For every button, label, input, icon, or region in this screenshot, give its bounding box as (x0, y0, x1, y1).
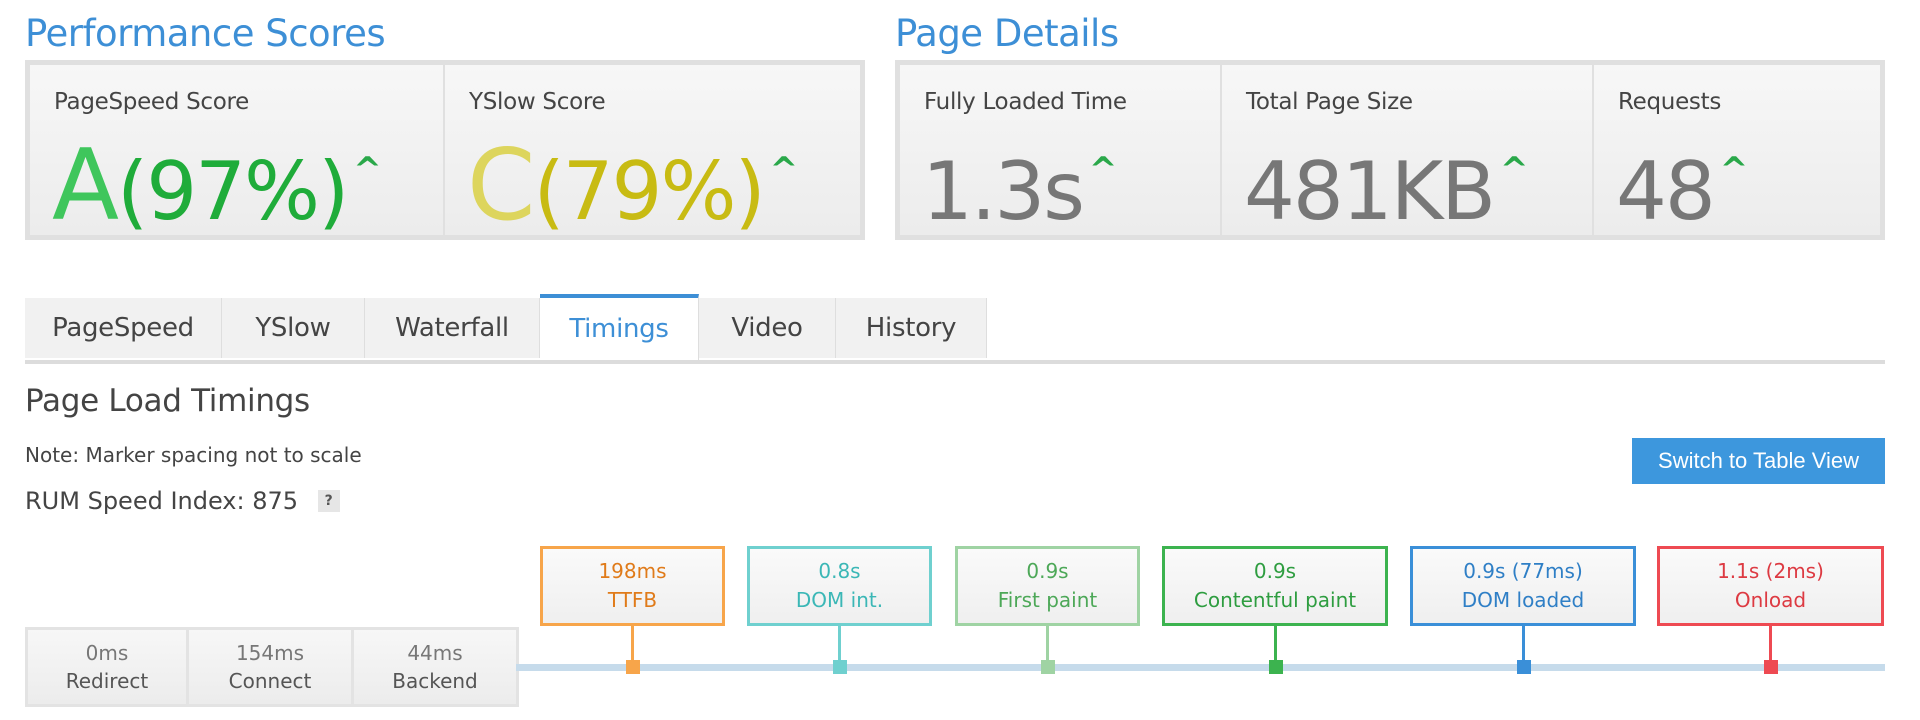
tab-yslow[interactable]: YSlow (222, 298, 365, 358)
help-icon[interactable]: ? (317, 490, 340, 512)
marker-name: Onload (1734, 588, 1807, 612)
marker-dot (1517, 660, 1531, 674)
up-arrow-icon: ^ (353, 150, 381, 190)
up-arrow-icon: ^ (769, 150, 798, 190)
fully-loaded-label: Fully Loaded Time (924, 89, 1127, 115)
pagespeed-score-label: PageSpeed Score (54, 89, 250, 115)
performance-scores-title: Performance Scores (25, 12, 386, 55)
phase-name: Connect (228, 669, 312, 693)
marker-dom-loaded: 0.9s (77ms) DOM loaded (1410, 546, 1636, 626)
marker-stem (1769, 626, 1772, 662)
tab-waterfall[interactable]: Waterfall (365, 298, 540, 358)
marker-value: 1.1s (2ms) (1717, 559, 1824, 583)
up-arrow-icon: ^ (1500, 150, 1528, 190)
phase-backend: 44ms Backend (354, 630, 516, 704)
fully-loaded-cell: Fully Loaded Time 1.3s ^ (900, 65, 1222, 238)
marker-name: Contentful paint (1193, 588, 1357, 612)
yslow-score-label: YSlow Score (469, 89, 606, 115)
tab-video[interactable]: Video (699, 298, 836, 358)
marker-name: First paint (997, 588, 1098, 612)
marker-value: 0.9s (1253, 559, 1297, 583)
pagespeed-score-value: A(97%) ^ (52, 125, 382, 238)
tab-pagespeed[interactable]: PageSpeed (25, 298, 222, 358)
marker-value: 198ms (598, 559, 667, 583)
phase-name: Redirect (65, 669, 149, 693)
marker-first-paint: 0.9s First paint (955, 546, 1140, 626)
phase-time: 44ms (407, 641, 463, 665)
up-arrow-icon: ^ (1719, 150, 1748, 190)
pagespeed-score-cell: PageSpeed Score A(97%) ^ (30, 65, 445, 238)
tab-timings[interactable]: Timings (540, 294, 699, 360)
requests-value: 48 ^ (1616, 125, 1748, 238)
marker-stem (838, 626, 841, 662)
page-details-panel: Fully Loaded Time 1.3s ^ Total Page Size … (895, 60, 1885, 240)
rum-speed-index: RUM Speed Index: 875 ? (25, 487, 340, 515)
marker-name: TTFB (607, 588, 658, 612)
requests-cell: Requests 48 ^ (1594, 65, 1880, 238)
switch-to-table-view-button[interactable]: Switch to Table View (1632, 438, 1885, 484)
rum-label: RUM Speed Index: (25, 487, 245, 515)
page-load-timings-title: Page Load Timings (25, 383, 310, 419)
page-size-cell: Total Page Size 481KB ^ (1222, 65, 1594, 238)
phase-redirect: 0ms Redirect (28, 630, 186, 704)
marker-stem (1046, 626, 1049, 662)
marker-dot (1269, 660, 1283, 674)
marker-value: 0.8s (818, 559, 861, 583)
page-size-label: Total Page Size (1246, 89, 1413, 115)
phase-time: 154ms (235, 641, 305, 665)
requests-label: Requests (1618, 89, 1722, 115)
pagespeed-grade: A (52, 129, 119, 243)
connection-phases: 0ms Redirect 154ms Connect 44ms Backend (25, 627, 519, 707)
phase-name: Backend (392, 669, 478, 693)
up-arrow-icon: ^ (1088, 150, 1117, 190)
pagespeed-percent: (97%) (117, 145, 349, 238)
marker-value: 0.9s (1026, 559, 1069, 583)
performance-scores-panel: PageSpeed Score A(97%) ^ YSlow Score C(79… (25, 60, 865, 240)
requests-number: 48 (1616, 145, 1716, 238)
tab-history[interactable]: History (836, 298, 987, 358)
marker-dot (1041, 660, 1055, 674)
page-size-value: 481KB ^ (1244, 125, 1529, 238)
page-details-title: Page Details (895, 12, 1119, 55)
marker-stem (1274, 626, 1277, 662)
marker-stem (1522, 626, 1525, 662)
scale-note: Note: Marker spacing not to scale (25, 443, 362, 467)
yslow-score-value: C(79%) ^ (467, 125, 798, 238)
yslow-score-cell: YSlow Score C(79%) ^ (445, 65, 860, 238)
phase-time: 0ms (85, 641, 129, 665)
tab-divider (25, 360, 1885, 364)
marker-dot (626, 660, 640, 674)
fully-loaded-value: 1.3s ^ (922, 125, 1117, 238)
page-size-number: 481KB (1244, 145, 1496, 238)
rum-value: 875 (252, 487, 299, 515)
marker-stem (631, 626, 634, 662)
yslow-percent: (79%) (533, 145, 765, 238)
marker-dom-interactive: 0.8s DOM int. (747, 546, 932, 626)
marker-name: DOM int. (795, 588, 884, 612)
marker-name: DOM loaded (1461, 588, 1585, 612)
marker-ttfb: 198ms TTFB (540, 546, 725, 626)
marker-value: 0.9s (77ms) (1463, 559, 1583, 583)
fully-loaded-number: 1.3s (922, 145, 1085, 238)
marker-contentful-paint: 0.9s Contentful paint (1162, 546, 1388, 626)
marker-dot (833, 660, 847, 674)
phase-connect: 154ms Connect (189, 630, 351, 704)
yslow-grade: C (467, 129, 535, 243)
marker-onload: 1.1s (2ms) Onload (1657, 546, 1884, 626)
report-tabs: PageSpeed YSlow Waterfall Timings Video … (25, 294, 987, 360)
marker-dot (1764, 660, 1778, 674)
timeline-bar (516, 664, 1885, 671)
